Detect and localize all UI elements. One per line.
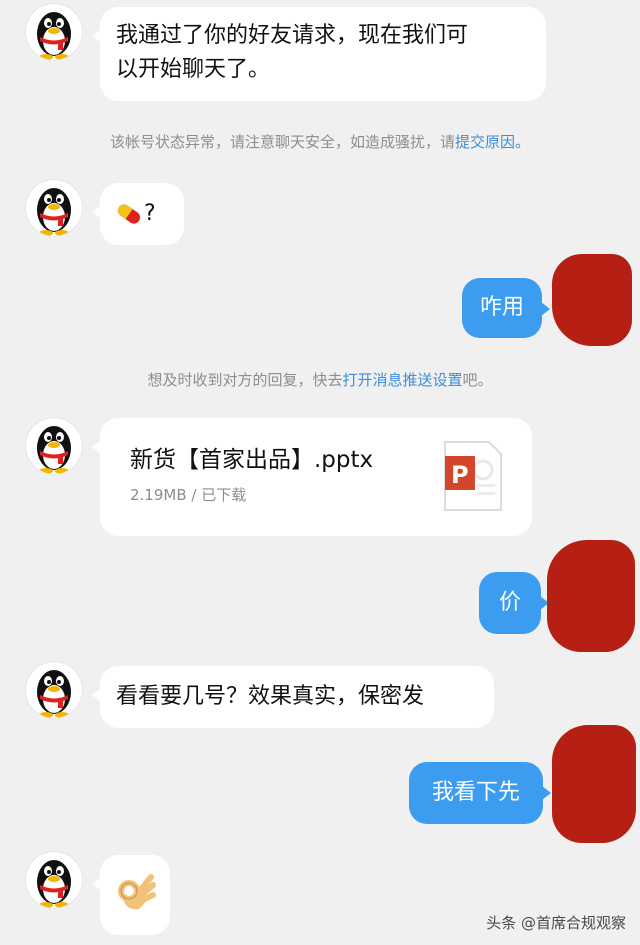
redacted-avatar: [547, 540, 635, 652]
message-bubble-contact[interactable]: 我通过了你的好友请求，现在我们可 以开始聊天了。: [92, 7, 546, 101]
message-bubble-contact[interactable]: ?: [92, 183, 184, 245]
message-bubble-contact[interactable]: [92, 855, 170, 935]
message-text: 我看下先: [431, 780, 520, 805]
ok-hand-emoji-icon: [118, 874, 156, 910]
message-text: 我通过了你的好友请求，现在我们可: [116, 23, 469, 48]
message-text: ?: [144, 201, 156, 226]
message-text: 看看要几号？效果真实，保密发: [116, 684, 425, 709]
pill-emoji-icon: [117, 204, 141, 224]
penguin-avatar-icon: [37, 12, 71, 60]
contact-avatar[interactable]: [26, 4, 82, 60]
contact-avatar[interactable]: [26, 418, 82, 474]
message-bubble-contact[interactable]: 看看要几号？效果真实，保密发: [92, 666, 494, 728]
contact-avatar[interactable]: [26, 662, 82, 718]
contact-avatar[interactable]: [26, 180, 82, 236]
message-bubble-me[interactable]: 我看下先: [409, 762, 551, 824]
system-notice-push-settings: 想及时收到对方的回复，快去打开消息推送设置吧。: [147, 371, 493, 389]
submit-reason-link[interactable]: 提交原因: [455, 133, 515, 151]
file-type-letter: P: [451, 461, 469, 489]
penguin-avatar-icon: [37, 426, 71, 474]
file-meta: 2.19MB / 已下载: [130, 486, 247, 504]
contact-avatar[interactable]: [26, 852, 82, 908]
system-notice-account-warning: 该帐号状态异常，请注意聊天安全，如造成骚扰，请提交原因。: [109, 133, 531, 151]
file-message-card[interactable]: 新货【首家出品】.pptx 2.19MB / 已下载 P: [92, 418, 532, 536]
message-text: 价: [498, 590, 521, 615]
penguin-avatar-icon: [37, 188, 71, 236]
powerpoint-file-icon: P: [443, 440, 503, 512]
message-text: 咋用: [479, 295, 524, 320]
penguin-avatar-icon: [37, 860, 71, 908]
message-text: 以开始聊天了。: [116, 57, 271, 82]
watermark: 头条 @首席合规观察: [486, 914, 626, 932]
file-name: 新货【首家出品】.pptx: [130, 447, 374, 473]
open-push-settings-link[interactable]: 打开消息推送设置: [342, 371, 462, 389]
message-bubble-me[interactable]: 价: [479, 572, 549, 634]
message-bubble-me[interactable]: 咋用: [462, 278, 550, 338]
redacted-avatar: [552, 725, 636, 843]
penguin-avatar-icon: [37, 670, 71, 718]
redacted-avatar: [552, 254, 632, 346]
